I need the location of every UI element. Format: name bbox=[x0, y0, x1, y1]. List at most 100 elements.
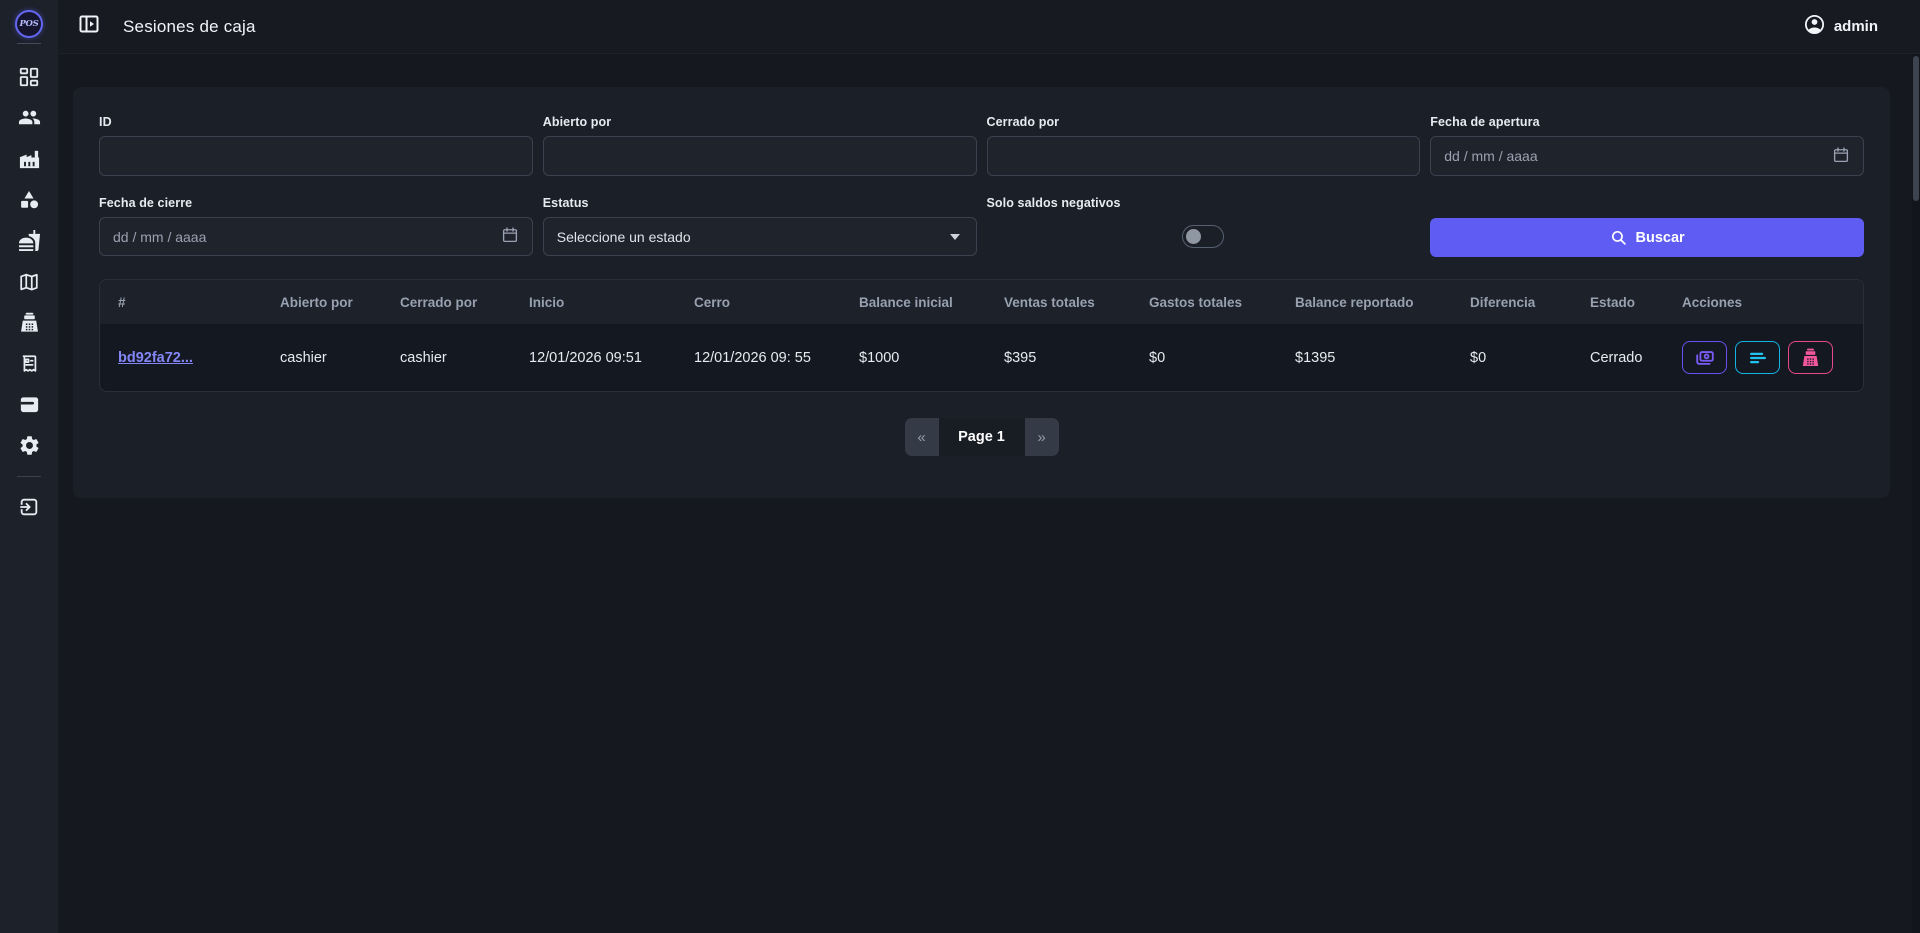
sidebar-item-receipts[interactable] bbox=[0, 343, 58, 384]
pagination: « Page 1 » bbox=[99, 418, 1864, 456]
fastfood-icon bbox=[18, 229, 41, 252]
estatus-select[interactable]: Seleccione un estado bbox=[543, 217, 977, 256]
col-abierto-por: Abierto por bbox=[262, 280, 382, 324]
solo-saldos-label: Solo saldos negativos bbox=[987, 196, 1421, 210]
inicio-cell: 12/01/2026 09:51 bbox=[511, 324, 676, 391]
diferencia-cell: $0 bbox=[1452, 324, 1572, 391]
sessions-card: ID Abierto por Cerrado por Fecha de aper… bbox=[73, 87, 1890, 498]
id-input[interactable] bbox=[99, 136, 533, 176]
sidebar-item-fastfood[interactable] bbox=[0, 220, 58, 261]
calendar-icon bbox=[501, 226, 519, 247]
scrollbar-thumb[interactable] bbox=[1913, 56, 1919, 201]
abierto-por-label: Abierto por bbox=[543, 115, 977, 129]
payments-icon bbox=[1694, 347, 1716, 369]
filters-row-2: Fecha de cierre dd / mm / aaaa Estatus S… bbox=[99, 196, 1864, 257]
table-row: bd92fa72... cashier cashier 12/01/2026 0… bbox=[100, 324, 1863, 391]
col-ventas-totales: Ventas totales bbox=[986, 280, 1131, 324]
page-title: Sesiones de caja bbox=[123, 17, 256, 37]
cerrado-por-input[interactable] bbox=[987, 136, 1421, 176]
logo-text: POS bbox=[19, 19, 38, 29]
col-balance-reportado: Balance reportado bbox=[1277, 280, 1452, 324]
scrollbar-track bbox=[1912, 54, 1920, 933]
balance-reportado-cell: $1395 bbox=[1277, 324, 1452, 391]
close-register-icon bbox=[1800, 347, 1821, 368]
ventas-totales-cell: $395 bbox=[986, 324, 1131, 391]
session-id-cell: bd92fa72... bbox=[100, 324, 262, 391]
col-gastos-totales: Gastos totales bbox=[1131, 280, 1277, 324]
date-placeholder: dd / mm / aaaa bbox=[1444, 148, 1537, 164]
app-logo[interactable]: POS bbox=[15, 10, 43, 38]
solo-saldos-toggle[interactable] bbox=[1182, 225, 1224, 248]
movements-icon bbox=[1747, 347, 1769, 369]
field-id: ID bbox=[99, 115, 533, 176]
date-placeholder: dd / mm / aaaa bbox=[113, 229, 206, 245]
estatus-selected-value: Seleccione un estado bbox=[557, 229, 691, 245]
factory-icon bbox=[18, 147, 41, 170]
col-balance-inicial: Balance inicial bbox=[841, 280, 986, 324]
fecha-cierre-input[interactable]: dd / mm / aaaa bbox=[99, 217, 533, 256]
abierto-por-cell: cashier bbox=[262, 324, 382, 391]
movements-button[interactable] bbox=[1735, 341, 1780, 374]
sidebar-collapse-button[interactable] bbox=[76, 14, 102, 40]
sidebar-item-users[interactable] bbox=[0, 97, 58, 138]
id-label: ID bbox=[99, 115, 533, 129]
sidebar-divider bbox=[17, 476, 41, 477]
prev-page-button[interactable]: « bbox=[905, 418, 939, 456]
calendar-icon bbox=[1832, 146, 1850, 167]
gastos-totales-cell: $0 bbox=[1131, 324, 1277, 391]
cash-register-icon bbox=[18, 311, 41, 334]
toggle-knob bbox=[1186, 229, 1201, 244]
field-cerrado-por: Cerrado por bbox=[987, 115, 1421, 176]
sidebar-item-categories[interactable] bbox=[0, 179, 58, 220]
field-fecha-apertura: Fecha de apertura dd / mm / aaaa bbox=[1430, 115, 1864, 176]
sidebar-item-map[interactable] bbox=[0, 261, 58, 302]
sidebar-item-cash-register[interactable] bbox=[0, 302, 58, 343]
user-label: admin bbox=[1834, 18, 1878, 35]
buscar-button[interactable]: Buscar bbox=[1430, 218, 1864, 257]
estado-cell: Cerrado bbox=[1572, 324, 1664, 391]
balance-inicial-cell: $1000 bbox=[841, 324, 986, 391]
next-page-button[interactable]: » bbox=[1025, 418, 1059, 456]
field-buscar: Buscar bbox=[1430, 196, 1864, 257]
estatus-label: Estatus bbox=[543, 196, 977, 210]
logout-icon bbox=[18, 496, 40, 518]
sidebar-item-settings[interactable] bbox=[0, 425, 58, 466]
users-icon bbox=[18, 106, 41, 129]
field-abierto-por: Abierto por bbox=[543, 115, 977, 176]
cerro-cell: 12/01/2026 09: 55 bbox=[676, 324, 841, 391]
col-inicio: Inicio bbox=[511, 280, 676, 324]
field-estatus: Estatus Seleccione un estado bbox=[543, 196, 977, 257]
panel-toggle-icon bbox=[77, 12, 101, 41]
sidebar-item-logout[interactable] bbox=[0, 486, 58, 527]
chevron-down-icon bbox=[950, 234, 960, 240]
logo-divider bbox=[17, 43, 41, 44]
map-icon bbox=[18, 271, 40, 293]
wallet-icon bbox=[18, 393, 41, 416]
col-estado: Estado bbox=[1572, 280, 1664, 324]
settings-icon bbox=[18, 434, 41, 457]
fecha-cierre-label: Fecha de cierre bbox=[99, 196, 533, 210]
search-icon bbox=[1610, 229, 1627, 246]
col-diferencia: Diferencia bbox=[1452, 280, 1572, 324]
sidebar-item-wallet[interactable] bbox=[0, 384, 58, 425]
sessions-table: # Abierto por Cerrado por Inicio Cerro B… bbox=[99, 279, 1864, 392]
payments-button[interactable] bbox=[1682, 341, 1727, 374]
user-menu[interactable]: admin bbox=[1803, 13, 1878, 41]
table-header-row: # Abierto por Cerrado por Inicio Cerro B… bbox=[100, 280, 1863, 324]
cerrado-por-cell: cashier bbox=[382, 324, 511, 391]
acciones-cell bbox=[1664, 324, 1863, 391]
abierto-por-input[interactable] bbox=[543, 136, 977, 176]
field-solo-saldos: Solo saldos negativos bbox=[987, 196, 1421, 257]
sidebar-item-factory[interactable] bbox=[0, 138, 58, 179]
sidebar-item-dashboard[interactable] bbox=[0, 56, 58, 97]
sidebar: POS bbox=[0, 0, 58, 933]
session-id-link[interactable]: bd92fa72... bbox=[118, 350, 193, 366]
close-register-button[interactable] bbox=[1788, 341, 1833, 374]
fecha-apertura-input[interactable]: dd / mm / aaaa bbox=[1430, 136, 1864, 176]
col-acciones: Acciones bbox=[1664, 280, 1863, 324]
user-avatar-icon bbox=[1803, 13, 1826, 41]
col-cerrado-por: Cerrado por bbox=[382, 280, 511, 324]
categories-icon bbox=[18, 189, 40, 211]
current-page-label: Page 1 bbox=[939, 418, 1025, 456]
field-fecha-cierre: Fecha de cierre dd / mm / aaaa bbox=[99, 196, 533, 257]
